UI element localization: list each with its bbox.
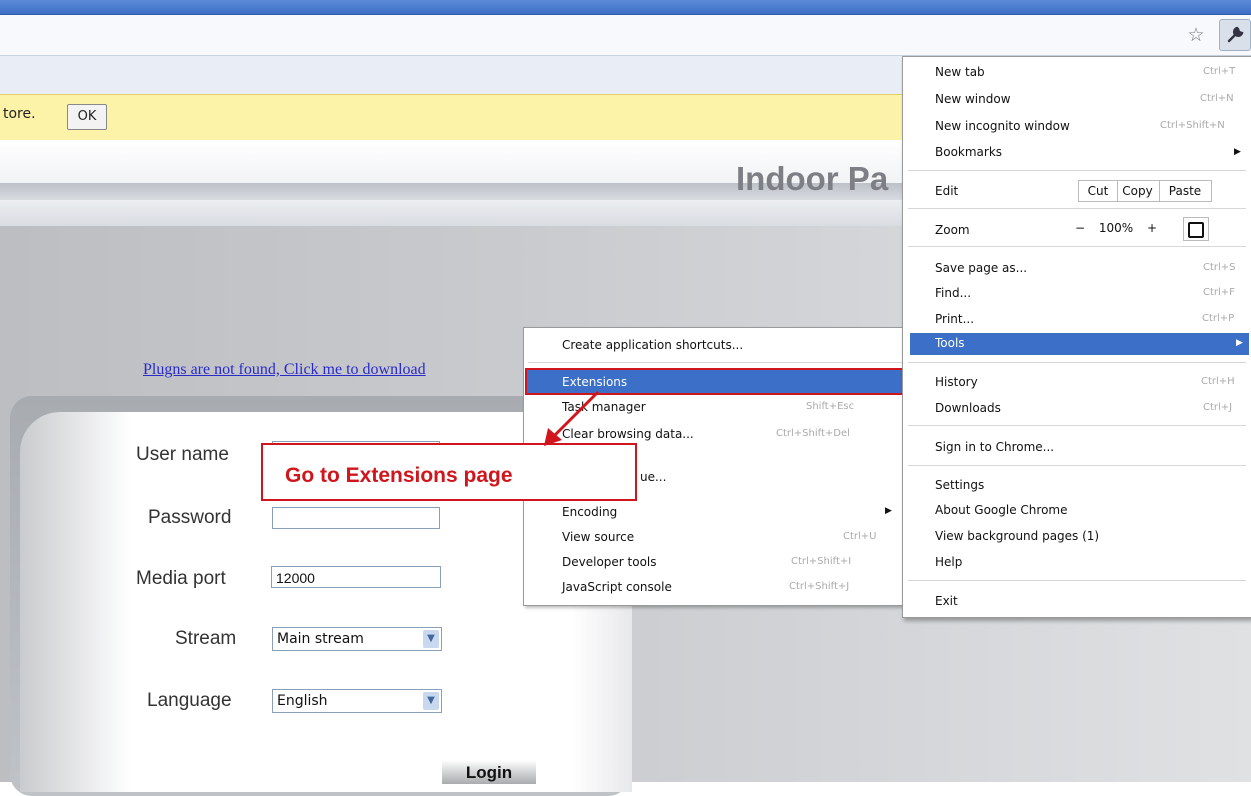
menu-separator [908,580,1246,581]
menu-item-print[interactable]: Print... [935,312,974,326]
language-select-value: English [277,693,328,709]
menu-separator [908,465,1246,466]
zoom-out-button[interactable]: − [1069,218,1091,238]
clear-browsing-shortcut: Ctrl+Shift+Del [776,428,850,439]
menu-item-exit[interactable]: Exit [935,594,958,608]
paste-button[interactable]: Paste [1159,180,1212,202]
password-label: Password [148,507,232,528]
menu-separator [908,246,1246,247]
print-shortcut: Ctrl+P [1202,313,1235,324]
save-page-shortcut: Ctrl+S [1203,262,1236,273]
view-source-shortcut: Ctrl+U [843,531,877,542]
menu-separator [908,362,1246,363]
infobar-text: tore. [3,106,36,122]
copy-button[interactable]: Copy [1116,180,1160,202]
menu-item-about[interactable]: About Google Chrome [935,503,1068,517]
menu-item-background-pages[interactable]: View background pages (1) [935,529,1099,543]
submenu-arrow-icon: ▶ [1234,147,1241,157]
media-port-field[interactable]: 12000 [271,566,441,588]
menu-item-javascript-console[interactable]: JavaScript console [562,580,672,594]
window-title-bar [0,0,1251,15]
menu-item-zoom: Zoom [935,223,970,237]
history-shortcut: Ctrl+H [1201,376,1235,387]
menu-separator [528,362,903,363]
menu-item-new-tab[interactable]: New tab [935,65,985,79]
menu-separator [908,425,1246,426]
login-button[interactable]: Login [442,760,536,784]
username-label: User name [136,444,229,465]
javascript-console-shortcut: Ctrl+Shift+J [789,581,850,592]
find-shortcut: Ctrl+F [1203,287,1235,298]
menu-separator [908,170,1246,171]
password-field[interactable] [272,507,440,529]
menu-item-edit: Edit [935,184,959,198]
menu-item-settings[interactable]: Settings [935,478,984,492]
new-tab-shortcut: Ctrl+T [1203,66,1236,77]
menu-item-developer-tools[interactable]: Developer tools [562,555,657,569]
menu-item-help[interactable]: Help [935,555,962,569]
menu-item-history[interactable]: History [935,375,978,389]
page-title: Indoor Pa [736,160,889,197]
submenu-arrow-icon: ▶ [1236,338,1243,348]
annotation-arrow-icon [544,390,600,446]
menu-item-encoding[interactable]: Encoding [562,505,617,519]
media-port-label: Media port [136,568,226,589]
new-window-shortcut: Ctrl+N [1200,93,1234,104]
fullscreen-icon [1188,222,1204,238]
annotation-callout-text: Go to Extensions page [285,464,513,487]
fullscreen-button[interactable] [1183,217,1209,241]
menu-item-new-window[interactable]: New window [935,92,1011,106]
downloads-shortcut: Ctrl+J [1203,402,1233,413]
stream-select[interactable]: Main stream ▼ [272,627,442,651]
menu-item-report-issue[interactable]: ue... [640,470,666,484]
chevron-down-icon[interactable]: ▼ [423,692,439,710]
incognito-shortcut: Ctrl+Shift+N [1160,120,1225,131]
menu-item-find[interactable]: Find... [935,286,971,300]
chevron-down-icon[interactable]: ▼ [423,630,439,648]
stream-label: Stream [175,628,237,649]
cut-button[interactable]: Cut [1078,180,1118,202]
menu-item-new-incognito-window[interactable]: New incognito window [935,119,1070,133]
zoom-in-button[interactable]: + [1140,218,1164,238]
task-manager-shortcut: Shift+Esc [806,401,855,412]
submenu-arrow-icon: ▶ [885,506,892,516]
wrench-menu-icon[interactable] [1219,19,1251,51]
language-select[interactable]: English ▼ [272,689,442,713]
plugin-download-link[interactable]: Plugns are not found, Click me to downlo… [143,361,426,379]
menu-item-bookmarks[interactable]: Bookmarks [935,145,1002,159]
stream-select-value: Main stream [277,631,364,647]
browser-toolbar [0,15,1251,56]
infobar-ok-button[interactable]: OK [67,104,107,130]
menu-item-tools-label: Tools [935,336,965,350]
menu-item-downloads[interactable]: Downloads [935,401,1001,415]
bookmark-star-icon[interactable]: ☆ [1185,24,1207,46]
developer-tools-shortcut: Ctrl+Shift+I [791,556,852,567]
language-label: Language [147,690,232,711]
menu-item-view-source[interactable]: View source [562,530,634,544]
zoom-level: 100% [1098,221,1134,235]
menu-item-create-shortcuts[interactable]: Create application shortcuts... [562,338,743,352]
menu-item-save-page[interactable]: Save page as... [935,261,1027,275]
menu-separator [908,208,1246,209]
menu-item-sign-in[interactable]: Sign in to Chrome... [935,440,1054,454]
